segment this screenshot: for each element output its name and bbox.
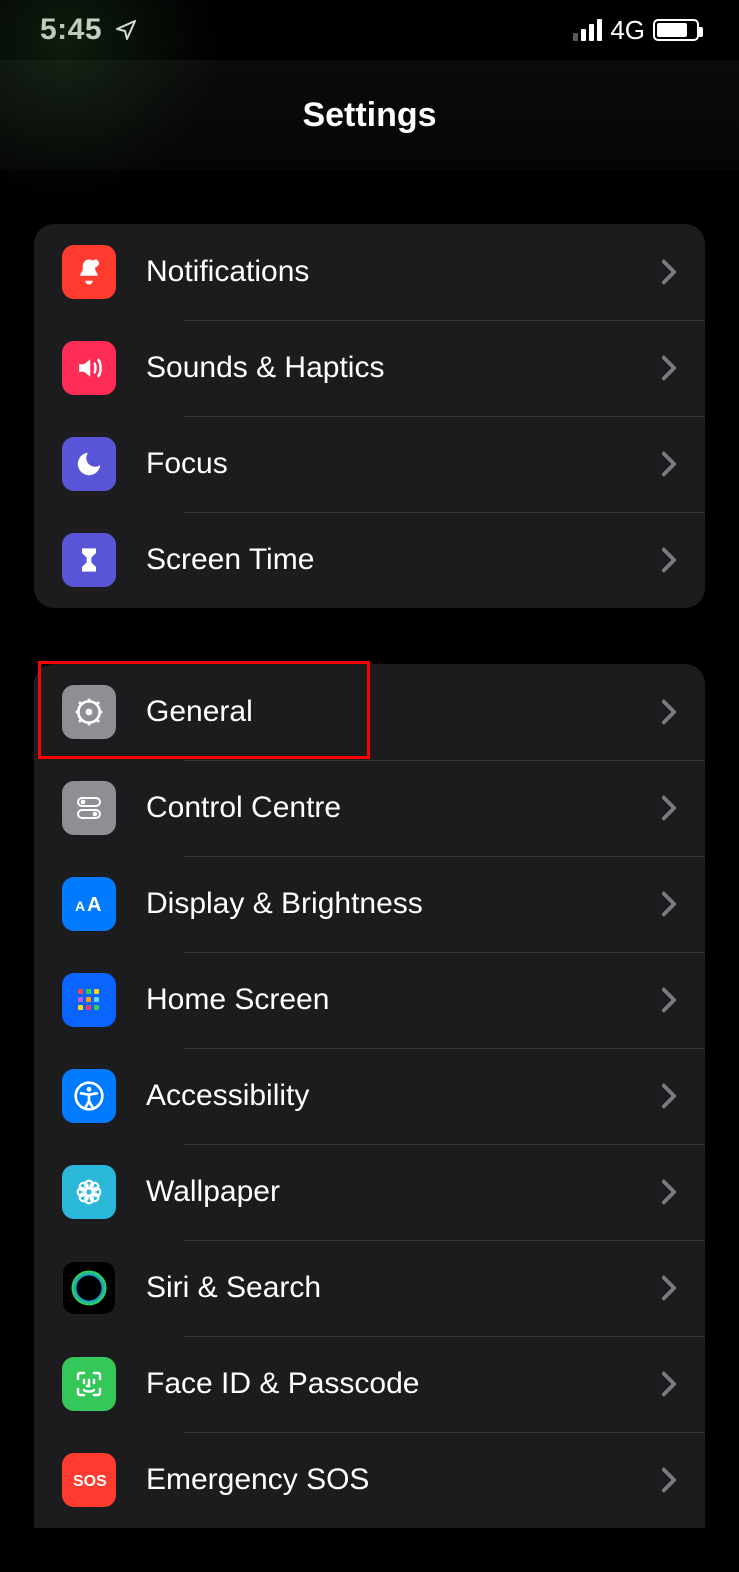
location-arrow-icon [114, 18, 138, 42]
row-accessibility[interactable]: Accessibility [34, 1048, 705, 1144]
screen-time-icon [62, 533, 116, 587]
accessibility-icon [62, 1069, 116, 1123]
row-label: Sounds & Haptics [116, 351, 661, 385]
row-display-brightness[interactable]: AA Display & Brightness [34, 856, 705, 952]
row-label: Siri & Search [116, 1271, 661, 1305]
cellular-signal-icon [573, 19, 602, 41]
chevron-right-icon [661, 451, 677, 477]
chevron-right-icon [661, 1179, 677, 1205]
general-icon [62, 685, 116, 739]
chevron-right-icon [661, 891, 677, 917]
row-label: Control Centre [116, 791, 661, 825]
row-screen-time[interactable]: Screen Time [34, 512, 705, 608]
chevron-right-icon [661, 355, 677, 381]
svg-text:SOS: SOS [73, 1473, 107, 1490]
row-label: Display & Brightness [116, 887, 661, 921]
home-screen-icon [62, 973, 116, 1027]
row-siri-search[interactable]: Siri & Search [34, 1240, 705, 1336]
emergency-sos-icon: SOS [62, 1453, 116, 1507]
row-focus[interactable]: Focus [34, 416, 705, 512]
status-right: 4G [573, 15, 699, 46]
row-emergency-sos[interactable]: SOS Emergency SOS [34, 1432, 705, 1528]
row-label: Accessibility [116, 1079, 661, 1113]
status-bar: 5:45 4G [0, 0, 739, 60]
display-brightness-icon: AA [62, 877, 116, 931]
chevron-right-icon [661, 795, 677, 821]
row-home-screen[interactable]: Home Screen [34, 952, 705, 1048]
svg-text:A: A [87, 894, 101, 916]
row-general[interactable]: General [34, 664, 705, 760]
chevron-right-icon [661, 699, 677, 725]
settings-section-2: General Control Centre AA Display & Brig… [34, 664, 705, 1528]
network-type: 4G [610, 15, 645, 46]
content: Notifications Sounds & Haptics Focus Scr… [0, 224, 739, 1528]
row-label: Emergency SOS [116, 1463, 661, 1497]
siri-icon [62, 1261, 116, 1315]
page-title: Settings [302, 96, 436, 135]
notifications-icon [62, 245, 116, 299]
status-time: 5:45 [40, 13, 102, 47]
face-id-icon [62, 1357, 116, 1411]
row-control-centre[interactable]: Control Centre [34, 760, 705, 856]
chevron-right-icon [661, 1371, 677, 1397]
row-label: Home Screen [116, 983, 661, 1017]
row-sounds-haptics[interactable]: Sounds & Haptics [34, 320, 705, 416]
chevron-right-icon [661, 1275, 677, 1301]
row-wallpaper[interactable]: Wallpaper [34, 1144, 705, 1240]
status-left: 5:45 [40, 13, 138, 47]
wallpaper-icon [62, 1165, 116, 1219]
chevron-right-icon [661, 987, 677, 1013]
row-face-id-passcode[interactable]: Face ID & Passcode [34, 1336, 705, 1432]
battery-icon [653, 19, 699, 41]
focus-icon [62, 437, 116, 491]
row-label: Focus [116, 447, 661, 481]
row-label: Wallpaper [116, 1175, 661, 1209]
settings-section-1: Notifications Sounds & Haptics Focus Scr… [34, 224, 705, 608]
header: Settings [0, 60, 739, 170]
control-centre-icon [62, 781, 116, 835]
row-label: General [116, 695, 661, 729]
chevron-right-icon [661, 1467, 677, 1493]
row-label: Screen Time [116, 543, 661, 577]
chevron-right-icon [661, 547, 677, 573]
row-label: Face ID & Passcode [116, 1367, 661, 1401]
svg-text:A: A [75, 898, 85, 914]
sounds-icon [62, 341, 116, 395]
row-notifications[interactable]: Notifications [34, 224, 705, 320]
chevron-right-icon [661, 1083, 677, 1109]
chevron-right-icon [661, 259, 677, 285]
row-label: Notifications [116, 255, 661, 289]
